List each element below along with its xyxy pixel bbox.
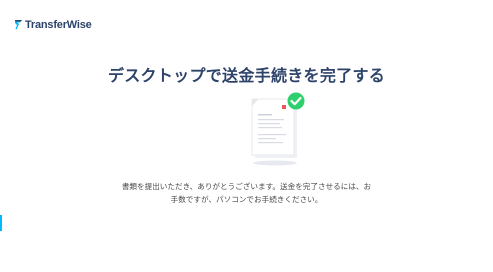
brand-name: TransferWise <box>25 18 92 31</box>
page-title: デスクトップで送金手続きを完了する <box>107 66 386 85</box>
brand-logo[interactable]: TransferWise <box>14 18 92 31</box>
document-checked-icon <box>251 92 305 166</box>
transferwise-flag-icon <box>15 20 22 30</box>
page: TransferWise デスクトップで送金手続きを完了する 書類を提出いただき… <box>0 0 493 272</box>
instruction-message: 書類を提出いただき、ありがとうございます。送金を完了させるには、お 手数ですが、… <box>0 180 493 206</box>
message-line-2: 手数ですが、パソコンでお手続きください。 <box>170 195 323 204</box>
message-line-1: 書類を提出いただき、ありがとうございます。送金を完了させるには、お <box>121 182 372 191</box>
side-feedback-tab[interactable] <box>0 215 2 231</box>
